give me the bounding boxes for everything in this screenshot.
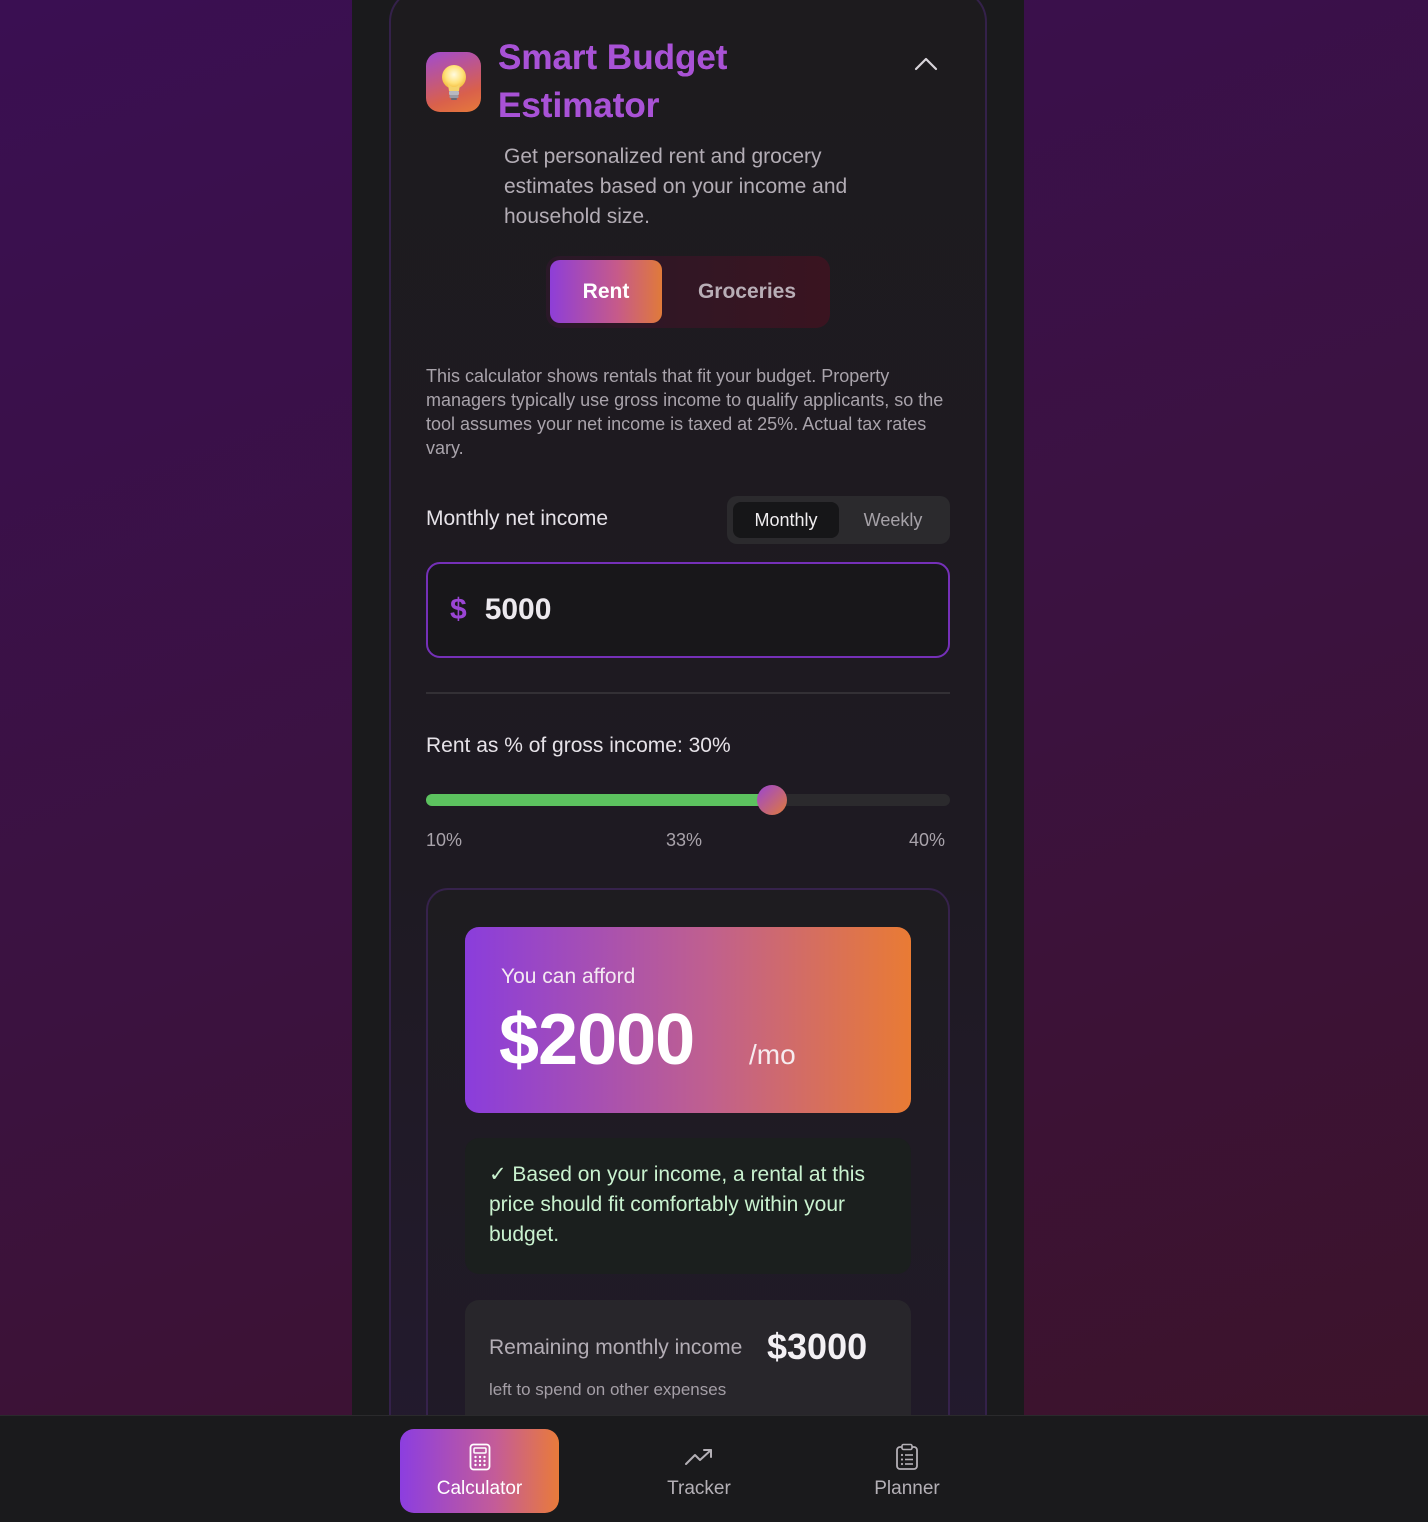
mode-tabs: Rent Groceries <box>546 256 830 328</box>
period-toggle: Monthly Weekly <box>727 496 950 544</box>
nav-calculator-label: Calculator <box>436 1478 523 1499</box>
rent-percent-label: Rent as % of gross income: 30% <box>426 734 731 757</box>
nav-tracker[interactable]: Tracker <box>628 1429 770 1513</box>
lightbulb-icon <box>441 65 466 100</box>
income-input[interactable]: $ 5000 <box>426 562 950 658</box>
remaining-amount: $3000 <box>767 1326 868 1367</box>
collapse-button[interactable] <box>912 52 940 76</box>
tab-groceries[interactable]: Groceries <box>672 260 822 323</box>
app-screen: Smart Budget Estimator Get personalized … <box>352 0 1024 1415</box>
calculator-icon <box>469 1443 490 1471</box>
calculator-description: This calculator shows rentals that fit y… <box>426 366 944 458</box>
slider-fill <box>426 794 772 806</box>
remaining-income-card: Remaining monthly income $3000 left to s… <box>465 1300 911 1415</box>
slider-tick-min: 10% <box>426 830 463 850</box>
bottom-nav: Calculator Tracker Planner <box>0 1415 1428 1522</box>
slider-thumb[interactable] <box>756 785 787 815</box>
chevron-up-icon <box>914 57 938 71</box>
tab-rent[interactable]: Rent <box>550 260 662 323</box>
afford-card: You can afford $2000 /mo <box>465 927 911 1113</box>
period-weekly-button[interactable]: Weekly <box>843 502 943 538</box>
nav-planner-label: Planner <box>874 1478 940 1499</box>
remaining-label: Remaining monthly income <box>489 1336 743 1359</box>
clipboard-icon <box>896 1443 918 1470</box>
afford-label: You can afford <box>501 965 636 988</box>
trend-up-icon <box>685 1449 712 1465</box>
nav-calculator[interactable]: Calculator <box>400 1429 559 1513</box>
income-value: 5000 <box>484 593 552 626</box>
remaining-subtext: left to spend on other expenses <box>489 1380 727 1399</box>
nav-planner[interactable]: Planner <box>836 1429 978 1513</box>
divider <box>426 692 950 694</box>
budget-fit-note: ✓ Based on your income, a rental at this… <box>465 1138 911 1274</box>
slider-tick-max: 40% <box>909 830 946 850</box>
nav-tracker-label: Tracker <box>667 1478 731 1499</box>
afford-amount: $2000 <box>499 1000 695 1080</box>
afford-unit: /mo <box>749 1039 796 1070</box>
result-panel: You can afford $2000 /mo ✓ Based on your… <box>426 888 950 1415</box>
page-title: Smart Budget Estimator <box>498 34 838 130</box>
income-label: Monthly net income <box>426 507 609 530</box>
page-subtitle: Get personalized rent and grocery estima… <box>504 145 848 228</box>
slider-tick-mid: 33% <box>666 830 703 850</box>
rent-percent-slider[interactable] <box>426 785 950 815</box>
app-icon <box>426 52 481 112</box>
period-monthly-button[interactable]: Monthly <box>733 502 839 538</box>
currency-symbol: $ <box>450 593 467 626</box>
